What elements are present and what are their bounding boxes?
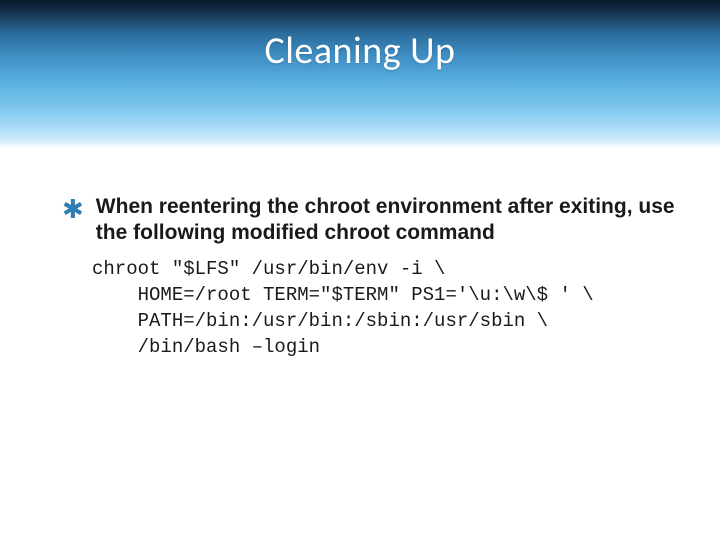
title-header-band: Cleaning Up [0, 0, 720, 148]
slide-title: Cleaning Up [264, 28, 455, 74]
slide: Cleaning Up ✱ When reentering the chroot… [0, 0, 720, 540]
bullet-asterisk-icon: ✱ [62, 196, 84, 222]
bullet-item: ✱ When reentering the chroot environment… [62, 194, 680, 246]
bullet-text: When reentering the chroot environment a… [96, 194, 680, 246]
code-block: chroot "$LFS" /usr/bin/env -i \ HOME=/ro… [92, 256, 680, 360]
slide-body: ✱ When reentering the chroot environment… [62, 194, 680, 360]
